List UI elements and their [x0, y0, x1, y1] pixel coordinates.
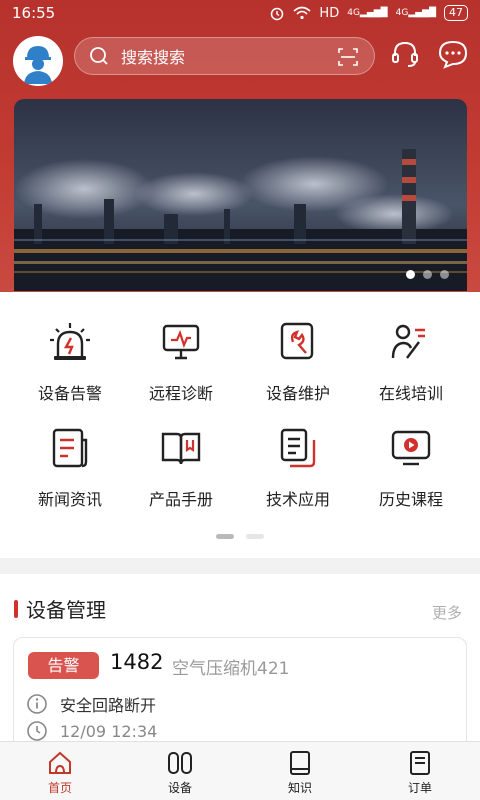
grid-item-manual[interactable]: 产品手册 [121, 426, 241, 510]
tab-label: 首页 [47, 781, 72, 795]
grid-item-label: 产品手册 [148, 490, 213, 509]
info-icon [27, 694, 47, 714]
alarm-light-icon [50, 323, 90, 360]
grid-item-maintenance[interactable]: 设备维护 [238, 320, 358, 404]
section-accent-bar [14, 600, 18, 618]
tab-label: 设备 [167, 781, 192, 795]
network-label: HD [319, 5, 340, 21]
device-name: 空气压缩机421 [172, 659, 290, 679]
tab-label: 订单 [407, 781, 432, 795]
feature-grid: 设备告警 远程诊断 设备维护 在线培训 新闻资讯 产品手册 技术应用 历史课程 [0, 292, 480, 558]
battery-indicator: 47 [444, 5, 468, 21]
wifi-icon [293, 6, 311, 20]
alarm-badge: 告警 [28, 652, 99, 679]
signal-2: 4G▂▄▆█ [395, 8, 436, 18]
bottom-tab-bar: 首页 设备 知识 订单 [0, 741, 480, 800]
more-link[interactable]: 更多 [432, 602, 462, 623]
grid-pager [0, 534, 480, 539]
home-icon [49, 751, 71, 774]
device-icon [168, 752, 192, 774]
alert-info-row: 安全回路断开 [26, 692, 156, 716]
grid-item-history-course[interactable]: 历史课程 [351, 426, 471, 510]
status-time: 16:55 [12, 4, 56, 22]
signal-2-label: 4G [395, 8, 409, 18]
pager-dot[interactable] [246, 534, 264, 539]
grid-item-remote-diagnosis[interactable]: 远程诊断 [121, 320, 241, 404]
banner-dot[interactable] [423, 270, 432, 279]
banner-carousel[interactable] [14, 99, 467, 291]
alert-datetime: 12/09 12:34 [60, 721, 158, 741]
device-number: 1482 [110, 650, 164, 674]
alert-info-text: 安全回路断开 [60, 696, 157, 715]
banner-dot[interactable] [406, 270, 415, 279]
banner-indicator [406, 270, 449, 279]
alarm-clock-icon [271, 7, 284, 21]
worker-avatar-icon [24, 46, 52, 84]
header: 搜索搜索 [0, 34, 480, 86]
status-bar: 16:55 HD 4G▂▄▆█ 4G▂▄▆█ 47 [0, 0, 480, 26]
tab-device[interactable]: 设备 [120, 742, 240, 800]
search-input[interactable]: 搜索搜索 [121, 44, 185, 68]
monitor-diagnosis-icon [162, 324, 200, 360]
signal-1-label: 4G [347, 8, 360, 18]
grid-item-label: 新闻资讯 [37, 490, 102, 509]
book-icon [161, 432, 201, 465]
message-icon[interactable] [437, 38, 469, 70]
industrial-night-image [14, 99, 467, 291]
pager-dot[interactable] [216, 534, 234, 539]
wrench-icon [280, 322, 314, 360]
news-icon [52, 428, 88, 468]
signal-1: 4G▂▄▆█ [347, 8, 388, 18]
grid-item-label: 设备维护 [265, 384, 330, 403]
headset-icon[interactable] [389, 38, 421, 70]
documents-icon [280, 428, 316, 468]
device-management-section: 设备管理 更多 告警 1482 空气压缩机421 安全回路断开 12/09 12… [0, 574, 480, 767]
video-icon [391, 430, 431, 466]
clock-icon [27, 721, 47, 741]
grid-item-label: 历史课程 [378, 490, 443, 509]
search-icon [90, 47, 108, 65]
avatar[interactable] [13, 36, 63, 86]
knowledge-icon [290, 751, 310, 775]
grid-item-device-alarm[interactable]: 设备告警 [10, 320, 130, 404]
tab-order[interactable]: 订单 [360, 742, 480, 800]
order-icon [410, 751, 430, 775]
grid-item-online-training[interactable]: 在线培训 [351, 320, 471, 404]
banner-dot[interactable] [440, 270, 449, 279]
scan-icon[interactable] [336, 45, 360, 69]
grid-item-tech-application[interactable]: 技术应用 [238, 426, 358, 510]
grid-item-label: 技术应用 [265, 490, 330, 509]
tab-home[interactable]: 首页 [0, 742, 120, 800]
tab-label: 知识 [287, 781, 312, 795]
teacher-icon [391, 324, 425, 359]
status-icons: HD 4G▂▄▆█ 4G▂▄▆█ 47 [269, 5, 468, 21]
alert-time-row: 12/09 12:34 [26, 720, 157, 742]
grid-item-news[interactable]: 新闻资讯 [10, 426, 130, 510]
grid-item-label: 远程诊断 [148, 384, 213, 403]
section-title: 设备管理 [26, 598, 106, 622]
search-bar[interactable]: 搜索搜索 [74, 37, 375, 75]
grid-item-label: 在线培训 [378, 384, 443, 403]
tab-knowledge[interactable]: 知识 [240, 742, 360, 800]
grid-item-label: 设备告警 [37, 384, 102, 403]
